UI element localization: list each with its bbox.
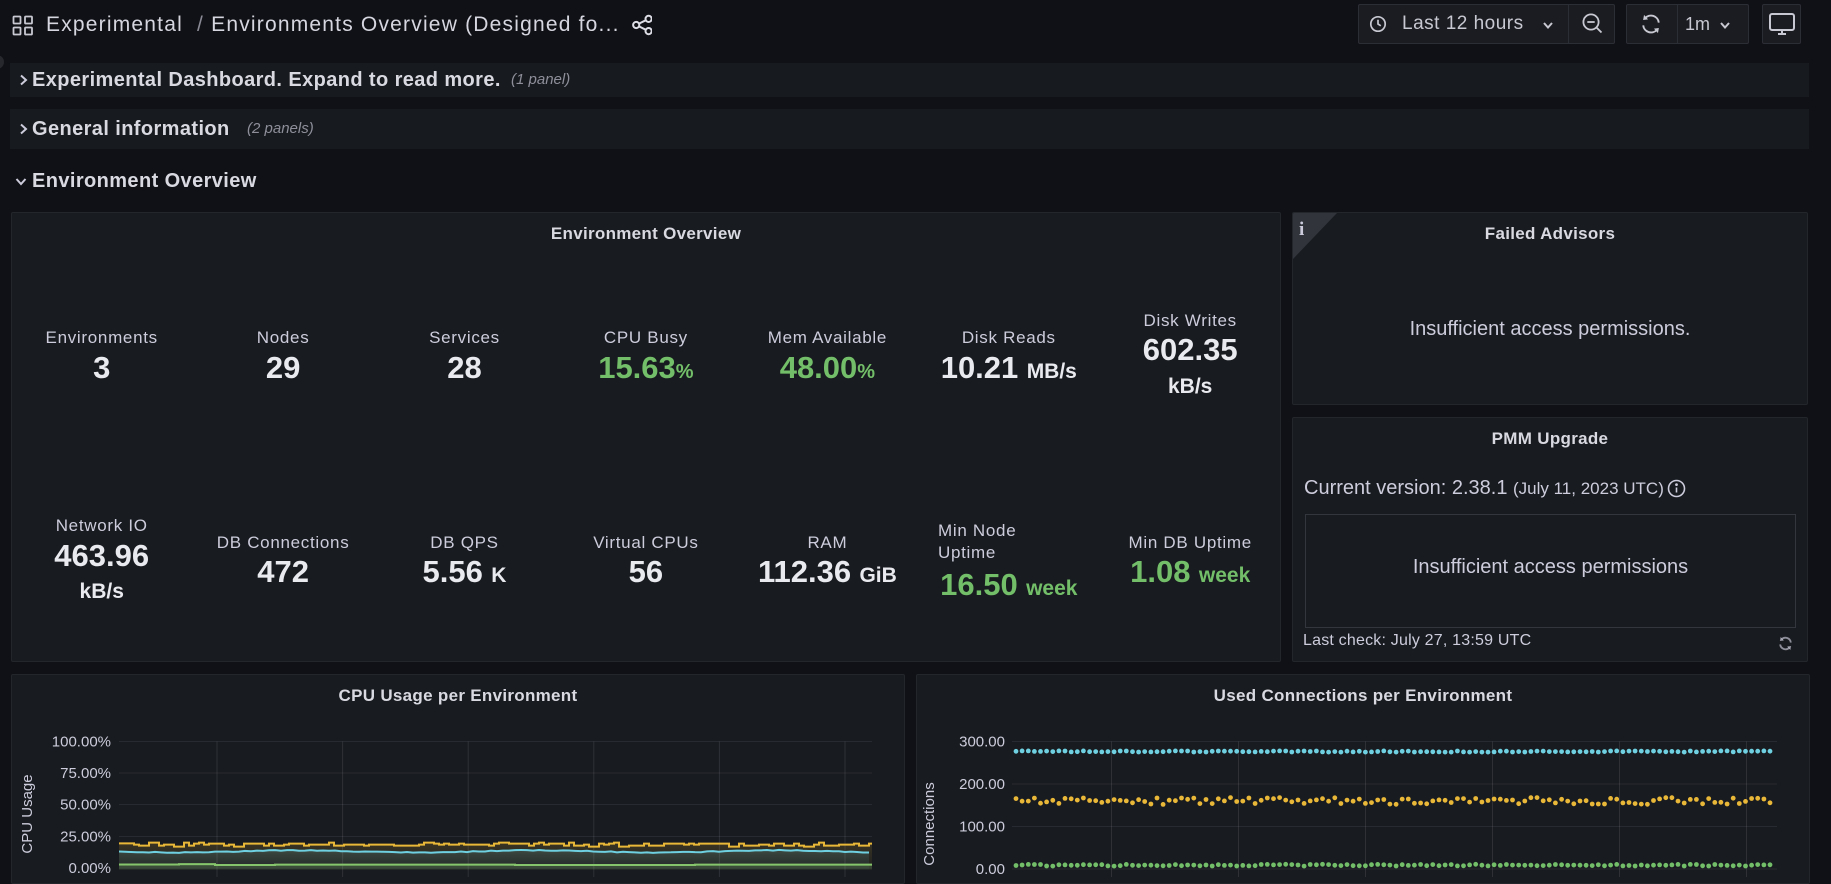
svg-text:100.00: 100.00	[959, 819, 1005, 836]
svg-text:300.00: 300.00	[959, 734, 1005, 751]
svg-text:CPU Usage: CPU Usage	[19, 774, 36, 853]
svg-text:25.00%: 25.00%	[60, 829, 111, 846]
svg-text:200.00: 200.00	[959, 776, 1005, 793]
svg-text:75.00%: 75.00%	[60, 765, 111, 782]
svg-text:50.00%: 50.00%	[60, 797, 111, 814]
svg-text:100.00%: 100.00%	[52, 734, 111, 751]
svg-text:0.00: 0.00	[976, 861, 1005, 877]
svg-text:0.00%: 0.00%	[68, 860, 111, 877]
svg-text:Connections: Connections	[921, 782, 938, 865]
